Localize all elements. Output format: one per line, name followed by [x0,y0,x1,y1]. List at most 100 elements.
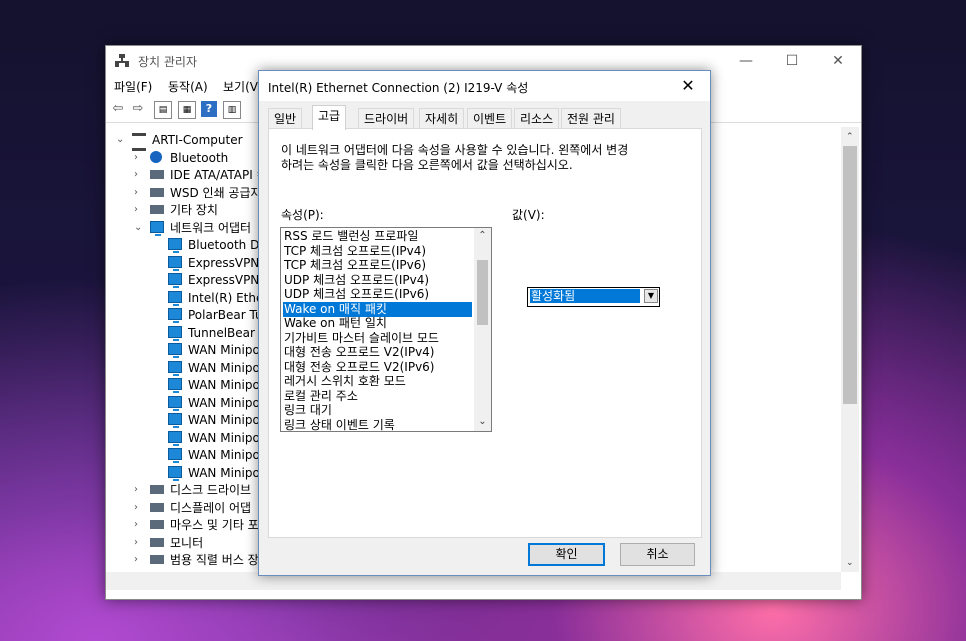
chevron-up-icon[interactable]: ⌃ [474,230,491,241]
network-adapter-icon [168,273,182,288]
minimize-icon: — [739,53,753,69]
chevron-down-icon[interactable]: ⌄ [116,131,128,149]
property-list-item[interactable]: 대형 전송 오프로드 V2(IPv6) [283,360,472,375]
dropdown-arrow-icon[interactable]: ▼ [644,289,658,303]
chevron-right-icon[interactable]: › [134,534,146,552]
tree-node-label: Intel(R) Ether [188,290,269,305]
chevron-right-icon[interactable]: › [134,516,146,534]
display-adapter-icon [150,502,164,512]
usb-icon [150,555,164,564]
device-manager-app-icon [115,54,129,67]
network-adapter-icon [168,413,182,428]
property-list-item[interactable]: 기가비트 마스터 슬레이브 모드 [283,331,472,346]
properties-dialog: Intel(R) Ethernet Connection (2) I219-V … [258,70,711,576]
properties-view-icon[interactable]: ▤ [154,101,172,119]
property-list-scroll-thumb[interactable] [477,260,488,325]
tab-power-management[interactable]: 전원 관리 [561,108,621,129]
chevron-right-icon[interactable]: › [134,481,146,499]
scroll-up-icon[interactable]: ⌃ [846,132,854,142]
tab-details[interactable]: 자세히 [419,108,465,129]
value-dropdown[interactable]: 활성화됨 ▼ [527,287,660,307]
network-adapter-icon [168,395,182,411]
value-selected-text: 활성화됨 [530,289,640,303]
network-adapter-icon [168,325,182,341]
minimize-button[interactable]: — [723,46,769,76]
property-list-item[interactable]: RSS 로드 밸런싱 프로파일 [283,229,472,244]
network-adapter-icon [168,448,182,463]
tree-node-label: Bluetooth [170,150,229,165]
property-list-item[interactable]: Wake on 패턴 일치 [283,316,472,331]
forward-icon[interactable]: ⇨ [130,101,146,117]
tab-general[interactable]: 일반 [268,108,303,129]
tree-node-label: WAN Minipo [188,448,260,462]
network-adapter-icon [168,238,182,253]
network-adapter-icon [168,255,182,271]
tree-node-label: WAN Minipo [188,465,260,480]
property-label: 속성(P): [281,208,324,222]
network-adapter-icon [168,343,182,358]
tree-node-label: ARTI-Computer [152,133,243,147]
property-list-item[interactable]: 로컬 관리 주소 [283,389,472,404]
property-list-item[interactable]: 링크 상태 이벤트 기록 [283,418,472,432]
scroll-down-icon[interactable]: ⌄ [846,558,854,568]
tree-node-label: 기타 장치 [170,203,218,217]
tree-node-label: 디스크 드라이브 [170,483,252,497]
tree-node-label: Bluetooth De [188,238,267,252]
chevron-right-icon[interactable]: › [134,551,146,569]
scan-view-icon[interactable]: ▥ [223,101,241,119]
back-icon[interactable]: ⇦ [110,101,126,117]
chevron-down-icon[interactable]: ⌄ [474,416,491,427]
close-icon: ✕ [832,53,844,69]
dialog-close-button[interactable]: ✕ [674,75,702,97]
network-adapter-icon [168,378,182,393]
tree-node-label: PolarBear Tur [188,308,268,322]
chevron-down-icon[interactable]: ⌄ [134,219,146,237]
maximize-icon: ☐ [785,53,799,69]
printer-icon [150,187,164,197]
property-list-scrollbar[interactable] [474,228,491,431]
tree-node-label: WAN Minipo [188,430,260,445]
chevron-right-icon[interactable]: › [134,499,146,517]
ok-button[interactable]: 확인 [528,543,605,566]
value-label: 값(V): [512,208,545,222]
chevron-right-icon[interactable]: › [134,149,146,167]
help-icon[interactable]: ? [201,101,217,117]
tab-resources[interactable]: 리소스 [514,108,560,129]
maximize-button[interactable]: ☐ [769,46,815,76]
network-adapter-icon [168,360,182,376]
advanced-tab-panel: 이 네트워크 어댑터에 다음 속성을 사용할 수 있습니다. 왼쪽에서 변경 하… [268,128,702,538]
cancel-button[interactable]: 취소 [620,543,695,566]
unknown-device-icon [150,205,164,214]
menu-view[interactable]: 보기(V) [223,78,263,95]
property-list[interactable]: RSS 로드 밸런싱 프로파일 TCP 체크섬 오프로드(IPv4) TCP 체크섬… [280,227,492,432]
chevron-right-icon[interactable]: › [134,166,146,184]
tree-node-label: WAN Minipo [188,343,260,357]
tab-events[interactable]: 이벤트 [467,108,513,129]
close-icon: ✕ [681,76,695,95]
network-adapter-icon [168,308,182,323]
property-list-item[interactable]: UDP 체크섬 오프로드(IPv6) [283,287,472,302]
tree-node-label: WAN Minipo [188,360,260,375]
disk-drive-icon [150,485,164,494]
dialog-title: Intel(R) Ethernet Connection (2) I219-V … [268,81,529,95]
chevron-right-icon[interactable]: › [134,184,146,202]
property-list-item[interactable]: 레거시 스위치 호환 모드 [283,374,472,389]
menu-action[interactable]: 동작(A) [168,78,208,95]
monitor-icon [150,537,164,547]
property-list-item[interactable]: 링크 대기 [283,403,472,418]
dialog-titlebar[interactable]: Intel(R) Ethernet Connection (2) I219-V … [259,71,710,101]
list-view-icon[interactable]: ▦ [178,101,196,119]
tree-scroll-thumb[interactable] [843,146,857,404]
property-list-item[interactable]: 대형 전송 오프로드 V2(IPv4) [283,345,472,360]
tree-node-label: TunnelBear A [188,325,267,340]
chevron-right-icon[interactable]: › [134,201,146,219]
close-button[interactable]: ✕ [815,46,861,76]
tab-driver[interactable]: 드라이버 [358,108,415,129]
property-list-item[interactable]: Wake on 매직 패킷 [283,301,472,317]
property-list-item[interactable]: TCP 체크섬 오프로드(IPv6) [283,258,472,273]
device-manager-title: 장치 관리자 [138,55,198,69]
property-list-item[interactable]: TCP 체크섬 오프로드(IPv4) [283,244,472,259]
menu-file[interactable]: 파일(F) [114,78,152,95]
property-list-item[interactable]: UDP 체크섬 오프로드(IPv4) [283,273,472,288]
tab-advanced[interactable]: 고급 [312,105,347,130]
